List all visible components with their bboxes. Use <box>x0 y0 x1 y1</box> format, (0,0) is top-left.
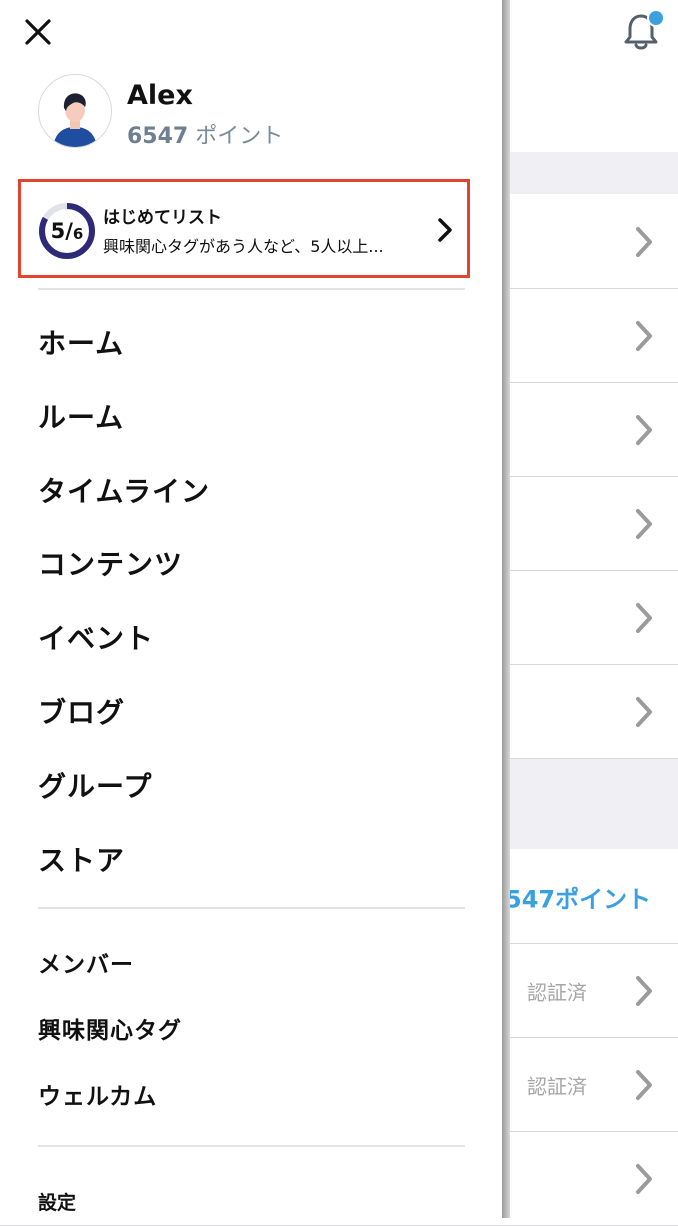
progress-slash: / <box>65 219 73 243</box>
nav-item-welcome[interactable]: ウェルカム <box>38 1077 157 1111</box>
progress-total: 6 <box>72 225 84 243</box>
nav-item-rooms[interactable]: ルーム <box>38 396 124 436</box>
chevron-right-icon <box>636 414 652 445</box>
nav-item-blog[interactable]: ブログ <box>38 691 125 731</box>
chevron-right-icon <box>636 226 652 257</box>
divider <box>38 288 465 290</box>
nav-item-groups[interactable]: グループ <box>38 765 152 805</box>
points-unit: ポイント <box>195 124 284 149</box>
nav-item-contents[interactable]: コンテンツ <box>38 543 183 583</box>
close-icon <box>25 19 51 45</box>
chevron-right-icon <box>636 602 652 633</box>
starter-list-card[interactable]: 5 / 6 はじめてリスト 興味関心タグがあう人など、5人以上... <box>18 179 470 278</box>
divider <box>38 907 465 909</box>
verified-label: 認証済 <box>527 980 587 1004</box>
starter-list-description: 興味関心タグがあう人など、5人以上... <box>103 237 384 256</box>
close-button[interactable] <box>18 12 58 52</box>
nav-item-interest-tags[interactable]: 興味関心タグ <box>38 1011 182 1045</box>
nav-item-store[interactable]: ストア <box>38 839 125 879</box>
points-value: 6547 <box>127 124 189 149</box>
user-avatar-icon <box>53 93 97 147</box>
drawer-shadow <box>502 0 510 1218</box>
nav-item-events[interactable]: イベント <box>38 617 154 657</box>
progress-done: 5 <box>50 219 66 243</box>
divider <box>38 1145 465 1147</box>
user-points: 6547 ポイント <box>127 118 283 150</box>
verified-label: 認証済 <box>527 1074 587 1098</box>
chevron-right-icon <box>636 696 652 727</box>
nav-item-members[interactable]: メンバー <box>38 945 134 979</box>
starter-list-title: はじめてリスト <box>103 208 222 228</box>
profile-header[interactable]: Alex 6547 ポイント <box>38 74 478 150</box>
chevron-right-icon <box>636 508 652 539</box>
nav-item-timeline[interactable]: タイムライン <box>38 470 210 510</box>
nav-item-home[interactable]: ホーム <box>38 322 124 362</box>
chevron-right-icon <box>636 975 652 1006</box>
user-name: Alex <box>127 80 193 111</box>
chevron-right-icon <box>636 320 652 351</box>
avatar <box>38 74 112 148</box>
progress-text: 5 / 6 <box>38 202 96 260</box>
chevron-right-icon <box>636 1069 652 1100</box>
points-text: 547ポイント <box>505 885 652 913</box>
nav-item-settings[interactable]: 設定 <box>38 1188 76 1215</box>
notification-badge <box>647 9 665 27</box>
chevron-right-icon <box>636 1163 652 1194</box>
chevron-right-icon <box>438 218 452 242</box>
side-drawer: Alex 6547 ポイント 5 / 6 はじめてリスト 興味関心タグがあう人な… <box>0 0 502 1218</box>
